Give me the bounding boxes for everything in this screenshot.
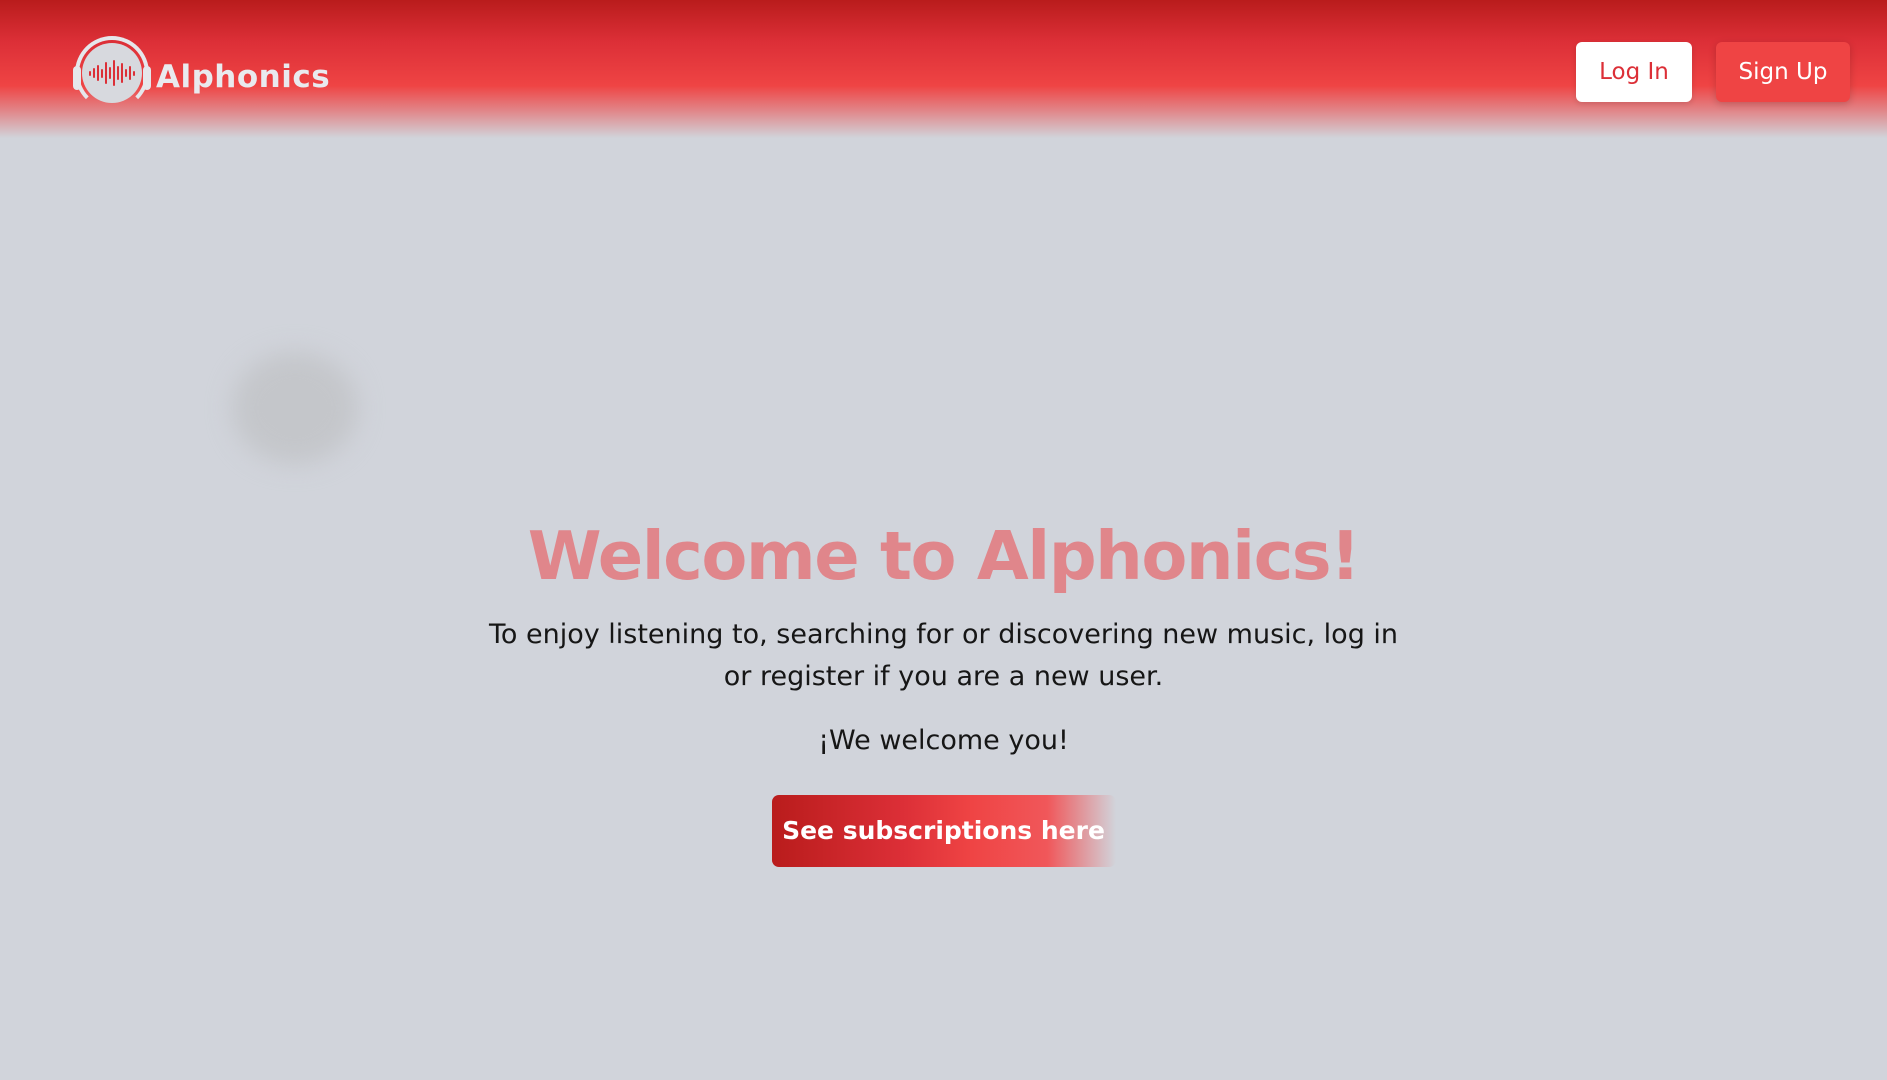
top-navbar: Alphonics Log In Sign Up — [0, 0, 1887, 138]
headphones-logo-icon — [72, 36, 152, 110]
page-title: Welcome to Alphonics! — [527, 517, 1361, 595]
welcome-section: Welcome to Alphonics! To enjoy listening… — [0, 506, 1887, 867]
see-subscriptions-button[interactable]: See subscriptions here — [771, 795, 1116, 867]
right-earcup-shape — [143, 66, 151, 90]
waveform-icon — [89, 60, 135, 86]
intro-text: To enjoy listening to, searching for or … — [488, 619, 1399, 692]
blurred-decoration — [232, 352, 358, 464]
left-earcup-shape — [73, 66, 81, 90]
login-button[interactable]: Log In — [1576, 42, 1692, 102]
brand-logo[interactable]: Alphonics — [72, 36, 330, 110]
page: Alphonics Log In Sign Up Welcome to Alph… — [0, 0, 1887, 1080]
brand-name: Alphonics — [156, 59, 331, 95]
signup-button[interactable]: Sign Up — [1716, 42, 1850, 102]
logo-disc — [82, 43, 142, 103]
welcome-text: ¡We welcome you! — [818, 725, 1069, 756]
